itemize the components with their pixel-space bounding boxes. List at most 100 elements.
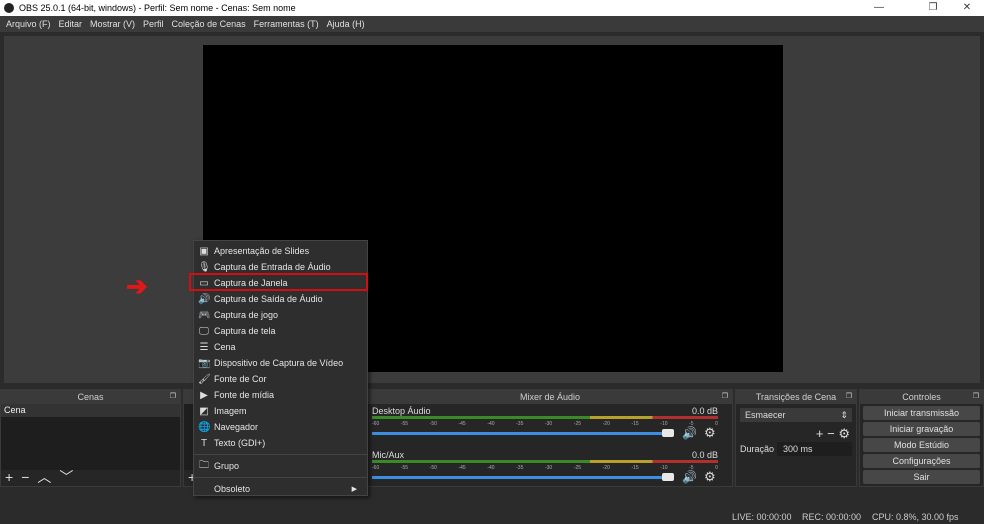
start-streaming-button[interactable]: Iniciar transmissão bbox=[863, 406, 980, 420]
settings-button[interactable]: Configurações bbox=[863, 454, 980, 468]
menu-item-11[interactable]: 🌐 Navegador bbox=[194, 419, 367, 435]
text-icon: T bbox=[200, 437, 208, 449]
meter-tick: -25 bbox=[573, 421, 582, 427]
chevron-updown-icon: ⇕ bbox=[840, 410, 848, 420]
exit-button[interactable]: Sair bbox=[863, 470, 980, 484]
meter-tick: -35 bbox=[516, 421, 524, 427]
up-icon[interactable]: ︿ bbox=[37, 467, 51, 487]
minimize-button[interactable]: — bbox=[864, 0, 894, 16]
meter-tick: -55 bbox=[400, 465, 409, 471]
menu-ferramentas[interactable]: Ferramentas (T) bbox=[254, 19, 319, 29]
transitions-dock: Transições de Cena ❐ Esmaecer ⇕ + − ⚙ Dura… bbox=[735, 389, 857, 487]
meter-tick: -40 bbox=[487, 465, 495, 471]
mixer-channel: Desktop Áudio 0.0 dB -60 -55 -50 -45 -40 -35 -… bbox=[372, 404, 728, 448]
menu-item-label: Navegador bbox=[214, 422, 259, 432]
meter-tick: -50 bbox=[429, 465, 437, 471]
gear-icon[interactable]: ⚙ bbox=[704, 425, 716, 441]
menu-mostrar[interactable]: Mostrar (V) bbox=[90, 19, 135, 29]
meter-tick: -45 bbox=[458, 421, 466, 427]
channel-level: 0.0 dB bbox=[691, 406, 718, 416]
menu-item-obsoleto[interactable]: Obsoleto ▶ bbox=[194, 481, 367, 497]
float-icon[interactable]: ❐ bbox=[973, 390, 979, 404]
status-bar: LIVE: 00:00:00 REC: 00:00:00 CPU: 0.8%, … bbox=[0, 510, 984, 524]
meter-tick: -10 bbox=[660, 421, 668, 427]
scene-item[interactable]: Cena bbox=[1, 404, 180, 417]
menu-colecao[interactable]: Coleção de Cenas bbox=[172, 19, 246, 29]
menu-item-9[interactable]: ▶ Fonte de mídia bbox=[194, 387, 367, 403]
meter-tick: -10 bbox=[660, 465, 668, 471]
gear-icon[interactable]: ⚙ bbox=[838, 426, 850, 441]
menu-item-3[interactable]: 🔊 Captura de Saída de Áudio bbox=[194, 291, 367, 307]
menu-item-7[interactable]: 📷 Dispositivo de Captura de Vídeo bbox=[194, 355, 367, 371]
menu-item-0[interactable]: ▣ Apresentação de Slides bbox=[194, 243, 367, 259]
meter-tick: -60 bbox=[372, 465, 380, 471]
studio-mode-button[interactable]: Modo Estúdio bbox=[863, 438, 980, 452]
volume-meter bbox=[372, 460, 718, 463]
volume-slider-handle[interactable] bbox=[662, 429, 674, 437]
menu-item-label: Captura de tela bbox=[214, 326, 276, 336]
menu-bar: Arquivo (F) Editar Mostrar (V) Perfil Co… bbox=[0, 16, 984, 32]
live-time: LIVE: 00:00:00 bbox=[732, 512, 792, 522]
volume-slider[interactable] bbox=[372, 476, 667, 479]
add-icon[interactable]: + bbox=[5, 469, 13, 485]
menu-item-label: Fonte de Cor bbox=[214, 374, 267, 384]
folder-icon: 🗀 bbox=[199, 459, 209, 471]
down-icon[interactable]: ﹀ bbox=[59, 467, 73, 487]
highlight-box bbox=[189, 273, 368, 291]
menu-item-label: Imagem bbox=[214, 406, 247, 416]
menu-item-label: Cena bbox=[214, 342, 236, 352]
gear-icon[interactable]: ⚙ bbox=[704, 469, 716, 485]
start-recording-button[interactable]: Iniciar gravação bbox=[863, 422, 980, 436]
duration-label: Duração bbox=[740, 444, 775, 454]
speaker-icon[interactable]: 🔊 bbox=[682, 426, 697, 440]
meter-tick: -15 bbox=[631, 421, 639, 427]
mixer-title: Mixer de Áudio bbox=[519, 392, 581, 402]
menu-item-5[interactable]: 🖵 Captura de tela bbox=[194, 323, 367, 339]
obs-logo-icon bbox=[4, 3, 14, 13]
globe-icon: 🌐 bbox=[198, 421, 211, 433]
channel-name: Desktop Áudio bbox=[372, 406, 431, 416]
meter-tick: -60 bbox=[372, 421, 380, 427]
menu-item-label: Fonte de mídia bbox=[214, 390, 275, 400]
volume-slider-handle[interactable] bbox=[662, 473, 674, 481]
menu-item-4[interactable]: 🎮 Captura de jogo bbox=[194, 307, 367, 323]
transition-select[interactable]: Esmaecer ⇕ bbox=[740, 408, 852, 422]
close-button[interactable]: ✕ bbox=[952, 0, 982, 16]
menu-item-6[interactable]: ☰ Cena bbox=[194, 339, 367, 355]
menu-item-grupo[interactable]: 🗀 Grupo bbox=[194, 458, 367, 474]
speaker-icon[interactable]: 🔊 bbox=[682, 470, 697, 484]
meter-tick: -45 bbox=[458, 465, 466, 471]
channel-level: 0.0 dB bbox=[691, 450, 718, 460]
meter-tick: -30 bbox=[544, 421, 553, 427]
meter-tick: -55 bbox=[400, 421, 409, 427]
volume-meter bbox=[372, 416, 718, 419]
volume-slider[interactable] bbox=[372, 432, 667, 435]
menu-item-10[interactable]: ◩ Imagem bbox=[194, 403, 367, 419]
float-icon[interactable]: ❐ bbox=[846, 390, 852, 404]
add-transition-icon[interactable]: + bbox=[816, 426, 824, 441]
remove-transition-icon[interactable]: − bbox=[827, 426, 835, 441]
float-icon[interactable]: ❐ bbox=[170, 390, 176, 404]
menu-arquivo[interactable]: Arquivo (F) bbox=[6, 19, 51, 29]
menu-perfil[interactable]: Perfil bbox=[143, 19, 164, 29]
camera-icon: 📷 bbox=[198, 357, 211, 369]
gamepad-icon: 🎮 bbox=[198, 309, 211, 321]
menu-ajuda[interactable]: Ajuda (H) bbox=[327, 19, 365, 29]
float-icon[interactable]: ❐ bbox=[722, 390, 728, 404]
meter-tick: -40 bbox=[487, 421, 495, 427]
cpu-fps: CPU: 0.8%, 30.00 fps bbox=[872, 512, 959, 522]
red-arrow-icon: ➔ bbox=[126, 271, 148, 301]
menu-item-12[interactable]: T Texto (GDI+) bbox=[194, 435, 367, 451]
maximize-button[interactable]: ❐ bbox=[918, 0, 948, 16]
menu-editar[interactable]: Editar bbox=[59, 19, 83, 29]
submenu-arrow-icon: ▶ bbox=[351, 486, 357, 493]
transitions-title: Transições de Cena bbox=[755, 392, 837, 402]
image-icon: ◩ bbox=[199, 405, 209, 417]
duration-input[interactable]: 300 ms bbox=[777, 442, 852, 456]
remove-icon[interactable]: − bbox=[21, 469, 29, 485]
speaker-icon: 🔊 bbox=[198, 293, 211, 305]
menu-item-8[interactable]: 🖌 Fonte de Cor bbox=[194, 371, 367, 387]
microphone-icon: 🎙 bbox=[198, 261, 211, 273]
menu-item-label: Texto (GDI+) bbox=[214, 438, 266, 448]
meter-tick: -20 bbox=[602, 465, 610, 471]
